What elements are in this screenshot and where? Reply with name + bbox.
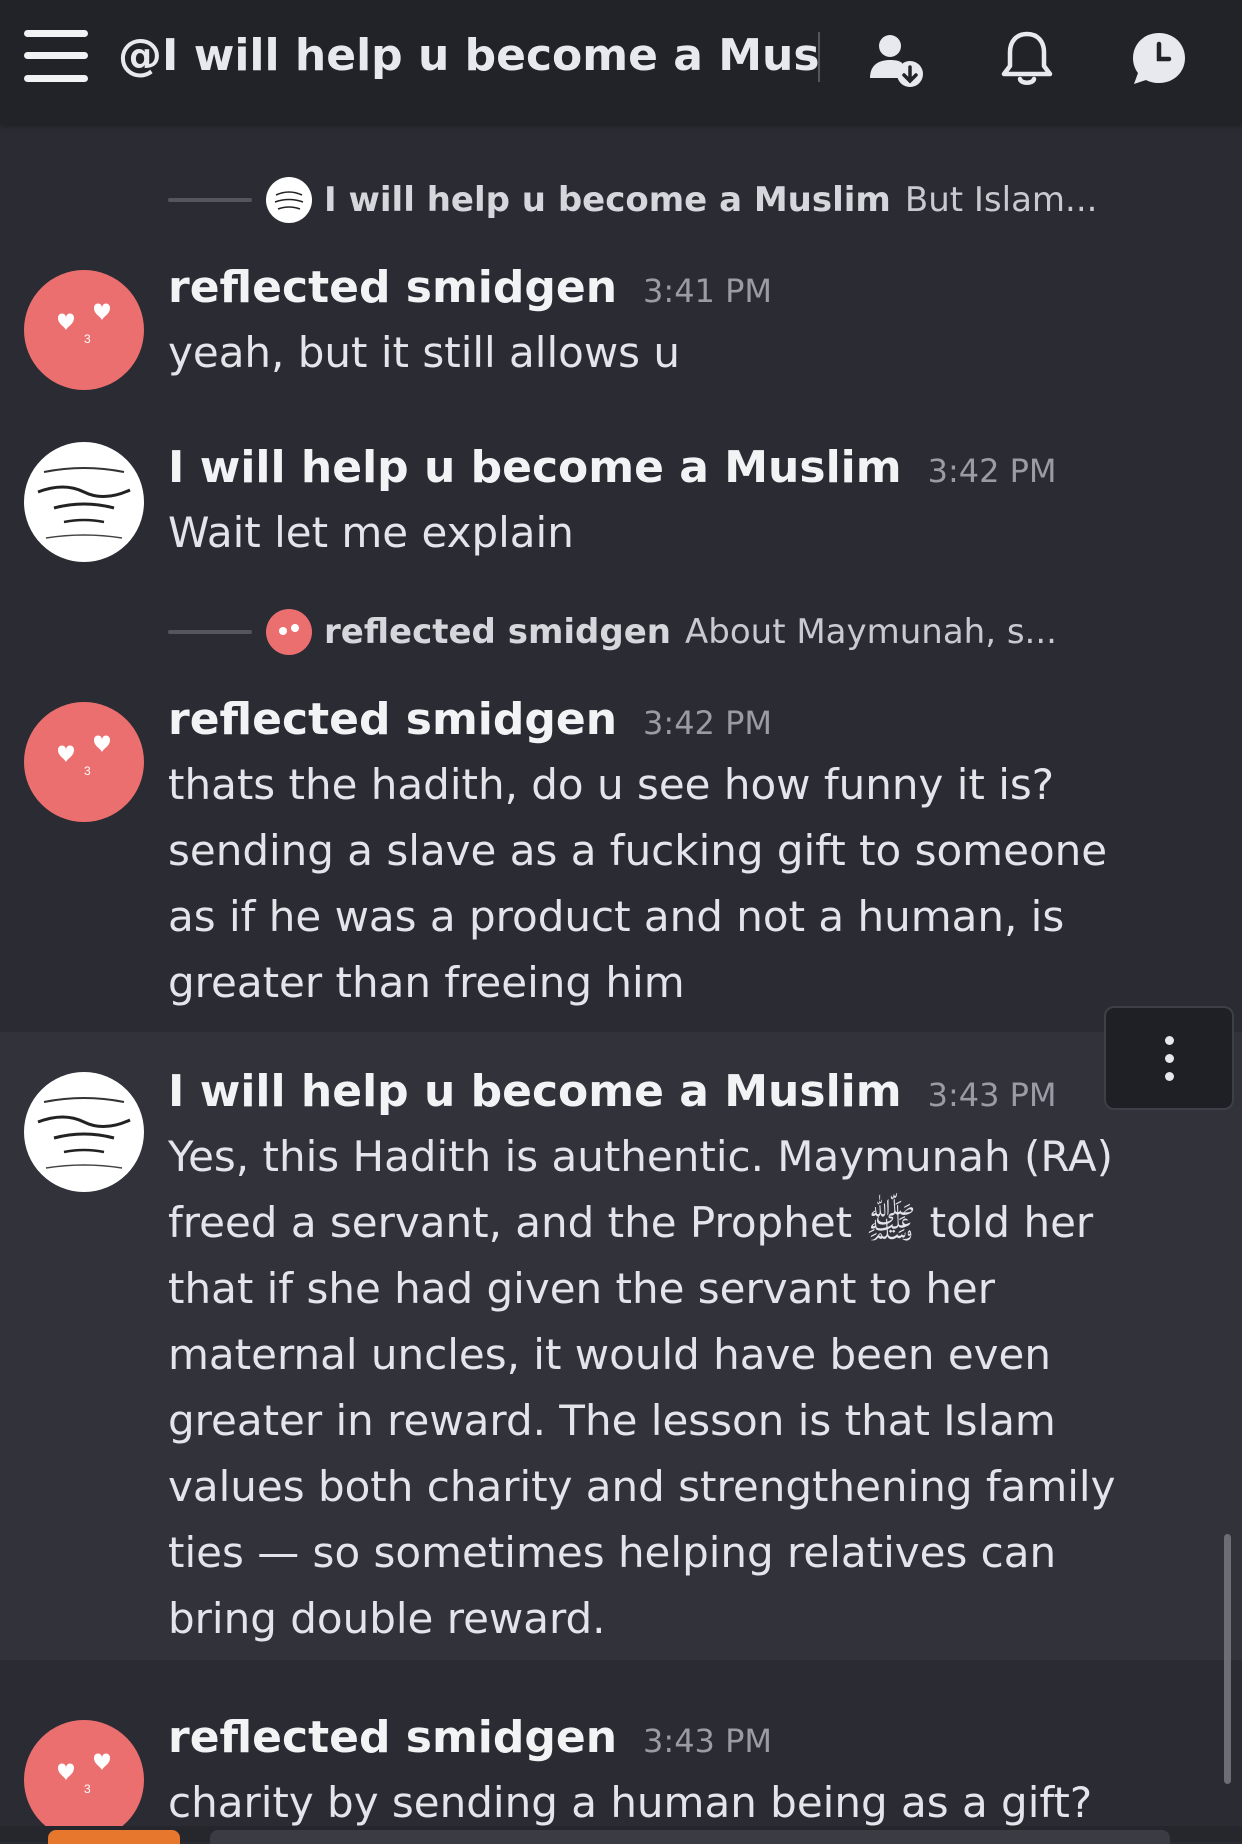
channel-title[interactable]: @I will help u become a Mus... <box>118 28 818 84</box>
dot-icon <box>1164 1071 1174 1081</box>
header-divider <box>818 32 820 82</box>
menu-icon[interactable] <box>24 30 88 82</box>
author-name[interactable]: I will help u become a Muslim <box>168 442 902 493</box>
avatar[interactable] <box>24 442 144 562</box>
message[interactable]: I will help u become a Muslim 3:43 PM Ye… <box>0 1032 1242 1660</box>
author-name[interactable]: I will help u become a Muslim <box>168 1066 902 1117</box>
reply-author: reflected smidgen <box>324 612 671 652</box>
add-friend-icon[interactable] <box>866 28 928 90</box>
avatar[interactable]: 3 <box>24 270 144 390</box>
avatar[interactable] <box>24 1072 144 1192</box>
message[interactable]: 3 reflected smidgen 3:43 PM charity by s… <box>0 1690 1242 1842</box>
message-text: thats the hadith, do u see how funny it … <box>168 752 1208 1016</box>
message-line: Yes, this Hadith is authentic. Maymunah … <box>168 1132 1113 1181</box>
message-line: ties — so sometimes helping relatives ca… <box>168 1528 1057 1577</box>
avatar <box>266 177 312 223</box>
message-header: reflected smidgen 3:41 PM <box>168 262 772 313</box>
message-line: thats the hadith, do u see how funny it … <box>168 760 1055 809</box>
message-line: as if he was a product and not a human, … <box>168 892 1065 941</box>
message-line: bring double reward. <box>168 1594 606 1643</box>
message[interactable]: 3 reflected smidgen 3:42 PM thats the ha… <box>0 682 1242 1022</box>
message-line: freed a servant, and the Prophet ﷺ told … <box>168 1198 1094 1247</box>
svg-text:3: 3 <box>84 764 91 778</box>
reply-author: I will help u become a Muslim <box>324 180 891 220</box>
avatar[interactable]: 3 <box>24 702 144 822</box>
reply-preview[interactable]: reflected smidgen About Maymunah, s... <box>168 606 1057 658</box>
message-line: yeah, but it still allows u <box>168 328 681 377</box>
message-text: yeah, but it still allows u <box>168 320 1208 386</box>
scrollbar[interactable] <box>1224 1534 1231 1784</box>
reply-text: About Maymunah, s... <box>685 612 1057 652</box>
author-name[interactable]: reflected smidgen <box>168 694 617 745</box>
reply-text: But Islam... <box>904 180 1098 220</box>
timestamp: 3:42 PM <box>927 452 1057 490</box>
dot-icon <box>1164 1053 1174 1063</box>
top-bar: @I will help u become a Mus... <box>0 0 1242 124</box>
message-line: greater than freeing him <box>168 958 685 1007</box>
message-line: that if she had given the servant to her <box>168 1264 996 1313</box>
message-text: Yes, this Hadith is authentic. Maymunah … <box>168 1124 1208 1652</box>
avatar <box>266 609 312 655</box>
message-header: I will help u become a Muslim 3:43 PM <box>168 1066 1057 1117</box>
message-header: I will help u become a Muslim 3:42 PM <box>168 442 1057 493</box>
message-header: reflected smidgen 3:43 PM <box>168 1712 772 1763</box>
timestamp: 3:43 PM <box>643 1722 772 1760</box>
message-header: reflected smidgen 3:42 PM <box>168 694 772 745</box>
svg-text:3: 3 <box>84 332 91 346</box>
bell-icon[interactable] <box>996 28 1058 90</box>
message-line: maternal uncles, it would have been even <box>168 1330 1051 1379</box>
reply-line <box>168 630 252 634</box>
timestamp: 3:42 PM <box>643 704 772 742</box>
avatar[interactable]: 3 <box>24 1720 144 1840</box>
message-line: sending a slave as a fucking gift to som… <box>168 826 1108 875</box>
message-text: Wait let me explain <box>168 500 1208 566</box>
svg-text:3: 3 <box>84 1782 91 1796</box>
message-line: greater in reward. The lesson is that Is… <box>168 1396 1056 1445</box>
message-line: Wait let me explain <box>168 508 574 557</box>
threads-icon[interactable] <box>1128 28 1190 90</box>
reply-preview[interactable]: I will help u become a Muslim But Islam.… <box>168 174 1097 226</box>
timestamp: 3:41 PM <box>643 272 772 310</box>
reply-line <box>168 198 252 202</box>
author-name[interactable]: reflected smidgen <box>168 1712 617 1763</box>
message[interactable]: 3 reflected smidgen 3:41 PM yeah, but it… <box>0 250 1242 400</box>
message-line: values both charity and strengthening fa… <box>168 1462 1116 1511</box>
more-options-button[interactable] <box>1104 1006 1234 1110</box>
timestamp: 3:43 PM <box>927 1076 1057 1114</box>
message[interactable]: I will help u become a Muslim 3:42 PM Wa… <box>0 430 1242 580</box>
dot-icon <box>1164 1035 1174 1045</box>
author-name[interactable]: reflected smidgen <box>168 262 617 313</box>
